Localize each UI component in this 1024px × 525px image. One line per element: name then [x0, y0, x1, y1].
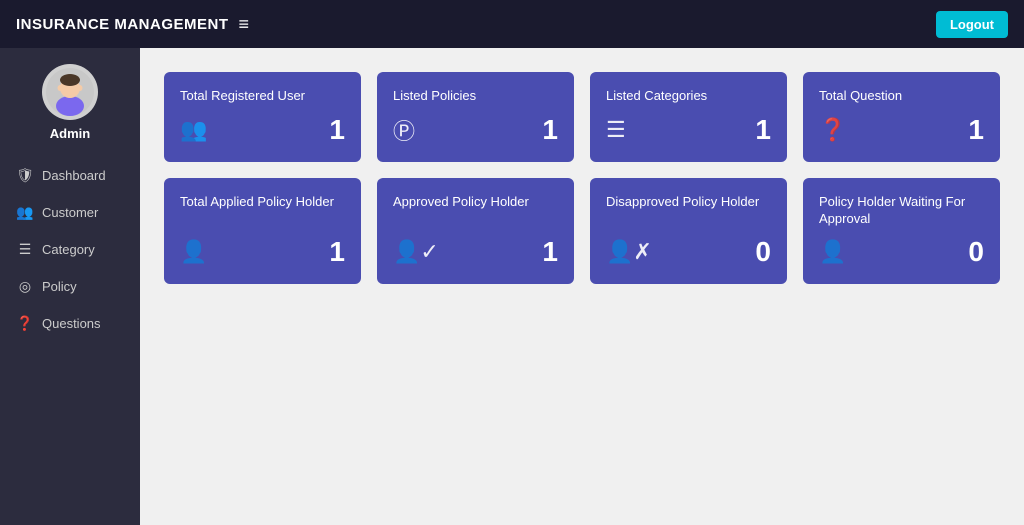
- stat-card-bottom-total-question: ❓ 1: [819, 114, 984, 146]
- sidebar: Admin 🛡 Dashboard 👥 Customer ☰ Category …: [0, 48, 140, 525]
- questions-icon: ❓: [16, 315, 34, 332]
- stat-card-value-total-question: 1: [968, 114, 984, 146]
- category-icon: ☰: [16, 241, 34, 258]
- navbar: INSURANCE MANAGEMENT ≡ Logout: [0, 0, 1024, 48]
- sidebar-item-label-policy: Policy: [42, 279, 77, 294]
- stat-card-bottom-listed-policies: Ⓟ 1: [393, 114, 558, 146]
- stat-card-value-listed-categories: 1: [755, 114, 771, 146]
- stat-card-bottom-policy-holder-waiting: 👤 0: [819, 236, 984, 268]
- avatar: [42, 64, 98, 120]
- stat-card-total-registered-user[interactable]: Total Registered User 👥 1: [164, 72, 361, 162]
- stat-card-icon-listed-policies: Ⓟ: [393, 114, 415, 146]
- stat-card-total-question[interactable]: Total Question ❓ 1: [803, 72, 1000, 162]
- sidebar-nav: 🛡 Dashboard 👥 Customer ☰ Category ◎ Poli…: [0, 157, 140, 342]
- stat-card-bottom-approved-policy-holder: 👤✓ 1: [393, 236, 558, 268]
- stat-card-bottom-total-registered-user: 👥 1: [180, 114, 345, 146]
- stat-card-listed-categories[interactable]: Listed Categories ☰ 1: [590, 72, 787, 162]
- stat-card-listed-policies[interactable]: Listed Policies Ⓟ 1: [377, 72, 574, 162]
- main-content: Total Registered User 👥 1 Listed Policie…: [140, 48, 1024, 525]
- stat-card-title-disapproved-policy-holder: Disapproved Policy Holder: [606, 194, 771, 211]
- stats-row-1: Total Registered User 👥 1 Listed Policie…: [164, 72, 1000, 162]
- stat-card-title-approved-policy-holder: Approved Policy Holder: [393, 194, 558, 211]
- admin-name: Admin: [50, 126, 90, 141]
- sidebar-item-customer[interactable]: 👥 Customer: [0, 194, 140, 231]
- avatar-wrapper: Admin: [42, 64, 98, 141]
- hamburger-icon[interactable]: ≡: [239, 14, 250, 35]
- logout-button[interactable]: Logout: [936, 11, 1008, 38]
- navbar-left: INSURANCE MANAGEMENT ≡: [16, 14, 249, 35]
- stat-card-icon-approved-policy-holder: 👤✓: [393, 239, 439, 265]
- stat-card-icon-total-registered-user: 👥: [180, 117, 207, 143]
- stat-card-value-policy-holder-waiting: 0: [968, 236, 984, 268]
- dashboard-icon: 🛡: [16, 167, 34, 184]
- stat-card-value-disapproved-policy-holder: 0: [755, 236, 771, 268]
- stat-card-icon-disapproved-policy-holder: 👤✗: [606, 239, 652, 265]
- stat-card-bottom-listed-categories: ☰ 1: [606, 114, 771, 146]
- sidebar-item-dashboard[interactable]: 🛡 Dashboard: [0, 157, 140, 194]
- stat-card-icon-policy-holder-waiting: 👤: [819, 239, 846, 265]
- stat-card-disapproved-policy-holder[interactable]: Disapproved Policy Holder 👤✗ 0: [590, 178, 787, 284]
- stat-card-policy-holder-waiting[interactable]: Policy Holder Waiting For Approval 👤 0: [803, 178, 1000, 284]
- sidebar-item-questions[interactable]: ❓ Questions: [0, 305, 140, 342]
- stat-card-title-listed-policies: Listed Policies: [393, 88, 558, 105]
- layout: Admin 🛡 Dashboard 👥 Customer ☰ Category …: [0, 48, 1024, 525]
- app-title: INSURANCE MANAGEMENT: [16, 16, 229, 33]
- sidebar-item-category[interactable]: ☰ Category: [0, 231, 140, 268]
- stat-card-icon-total-question: ❓: [819, 117, 846, 143]
- stat-card-value-approved-policy-holder: 1: [542, 236, 558, 268]
- policy-icon: ◎: [16, 278, 34, 295]
- sidebar-item-label-customer: Customer: [42, 205, 98, 220]
- stat-card-title-total-applied-policy-holder: Total Applied Policy Holder: [180, 194, 345, 211]
- stat-card-value-total-applied-policy-holder: 1: [329, 236, 345, 268]
- stats-row-2: Total Applied Policy Holder 👤 1 Approved…: [164, 178, 1000, 284]
- stat-card-title-listed-categories: Listed Categories: [606, 88, 771, 105]
- stat-card-icon-total-applied-policy-holder: 👤: [180, 239, 207, 265]
- sidebar-item-label-questions: Questions: [42, 316, 101, 331]
- stat-card-title-policy-holder-waiting: Policy Holder Waiting For Approval: [819, 194, 984, 228]
- stat-card-bottom-total-applied-policy-holder: 👤 1: [180, 236, 345, 268]
- customer-icon: 👥: [16, 204, 34, 221]
- stat-card-total-applied-policy-holder[interactable]: Total Applied Policy Holder 👤 1: [164, 178, 361, 284]
- stat-card-title-total-question: Total Question: [819, 88, 984, 105]
- stat-card-value-listed-policies: 1: [542, 114, 558, 146]
- stat-card-value-total-registered-user: 1: [329, 114, 345, 146]
- sidebar-item-label-category: Category: [42, 242, 95, 257]
- stat-card-bottom-disapproved-policy-holder: 👤✗ 0: [606, 236, 771, 268]
- sidebar-item-label-dashboard: Dashboard: [42, 168, 106, 183]
- stat-card-title-total-registered-user: Total Registered User: [180, 88, 345, 105]
- sidebar-item-policy[interactable]: ◎ Policy: [0, 268, 140, 305]
- stat-card-approved-policy-holder[interactable]: Approved Policy Holder 👤✓ 1: [377, 178, 574, 284]
- stat-card-icon-listed-categories: ☰: [606, 117, 626, 143]
